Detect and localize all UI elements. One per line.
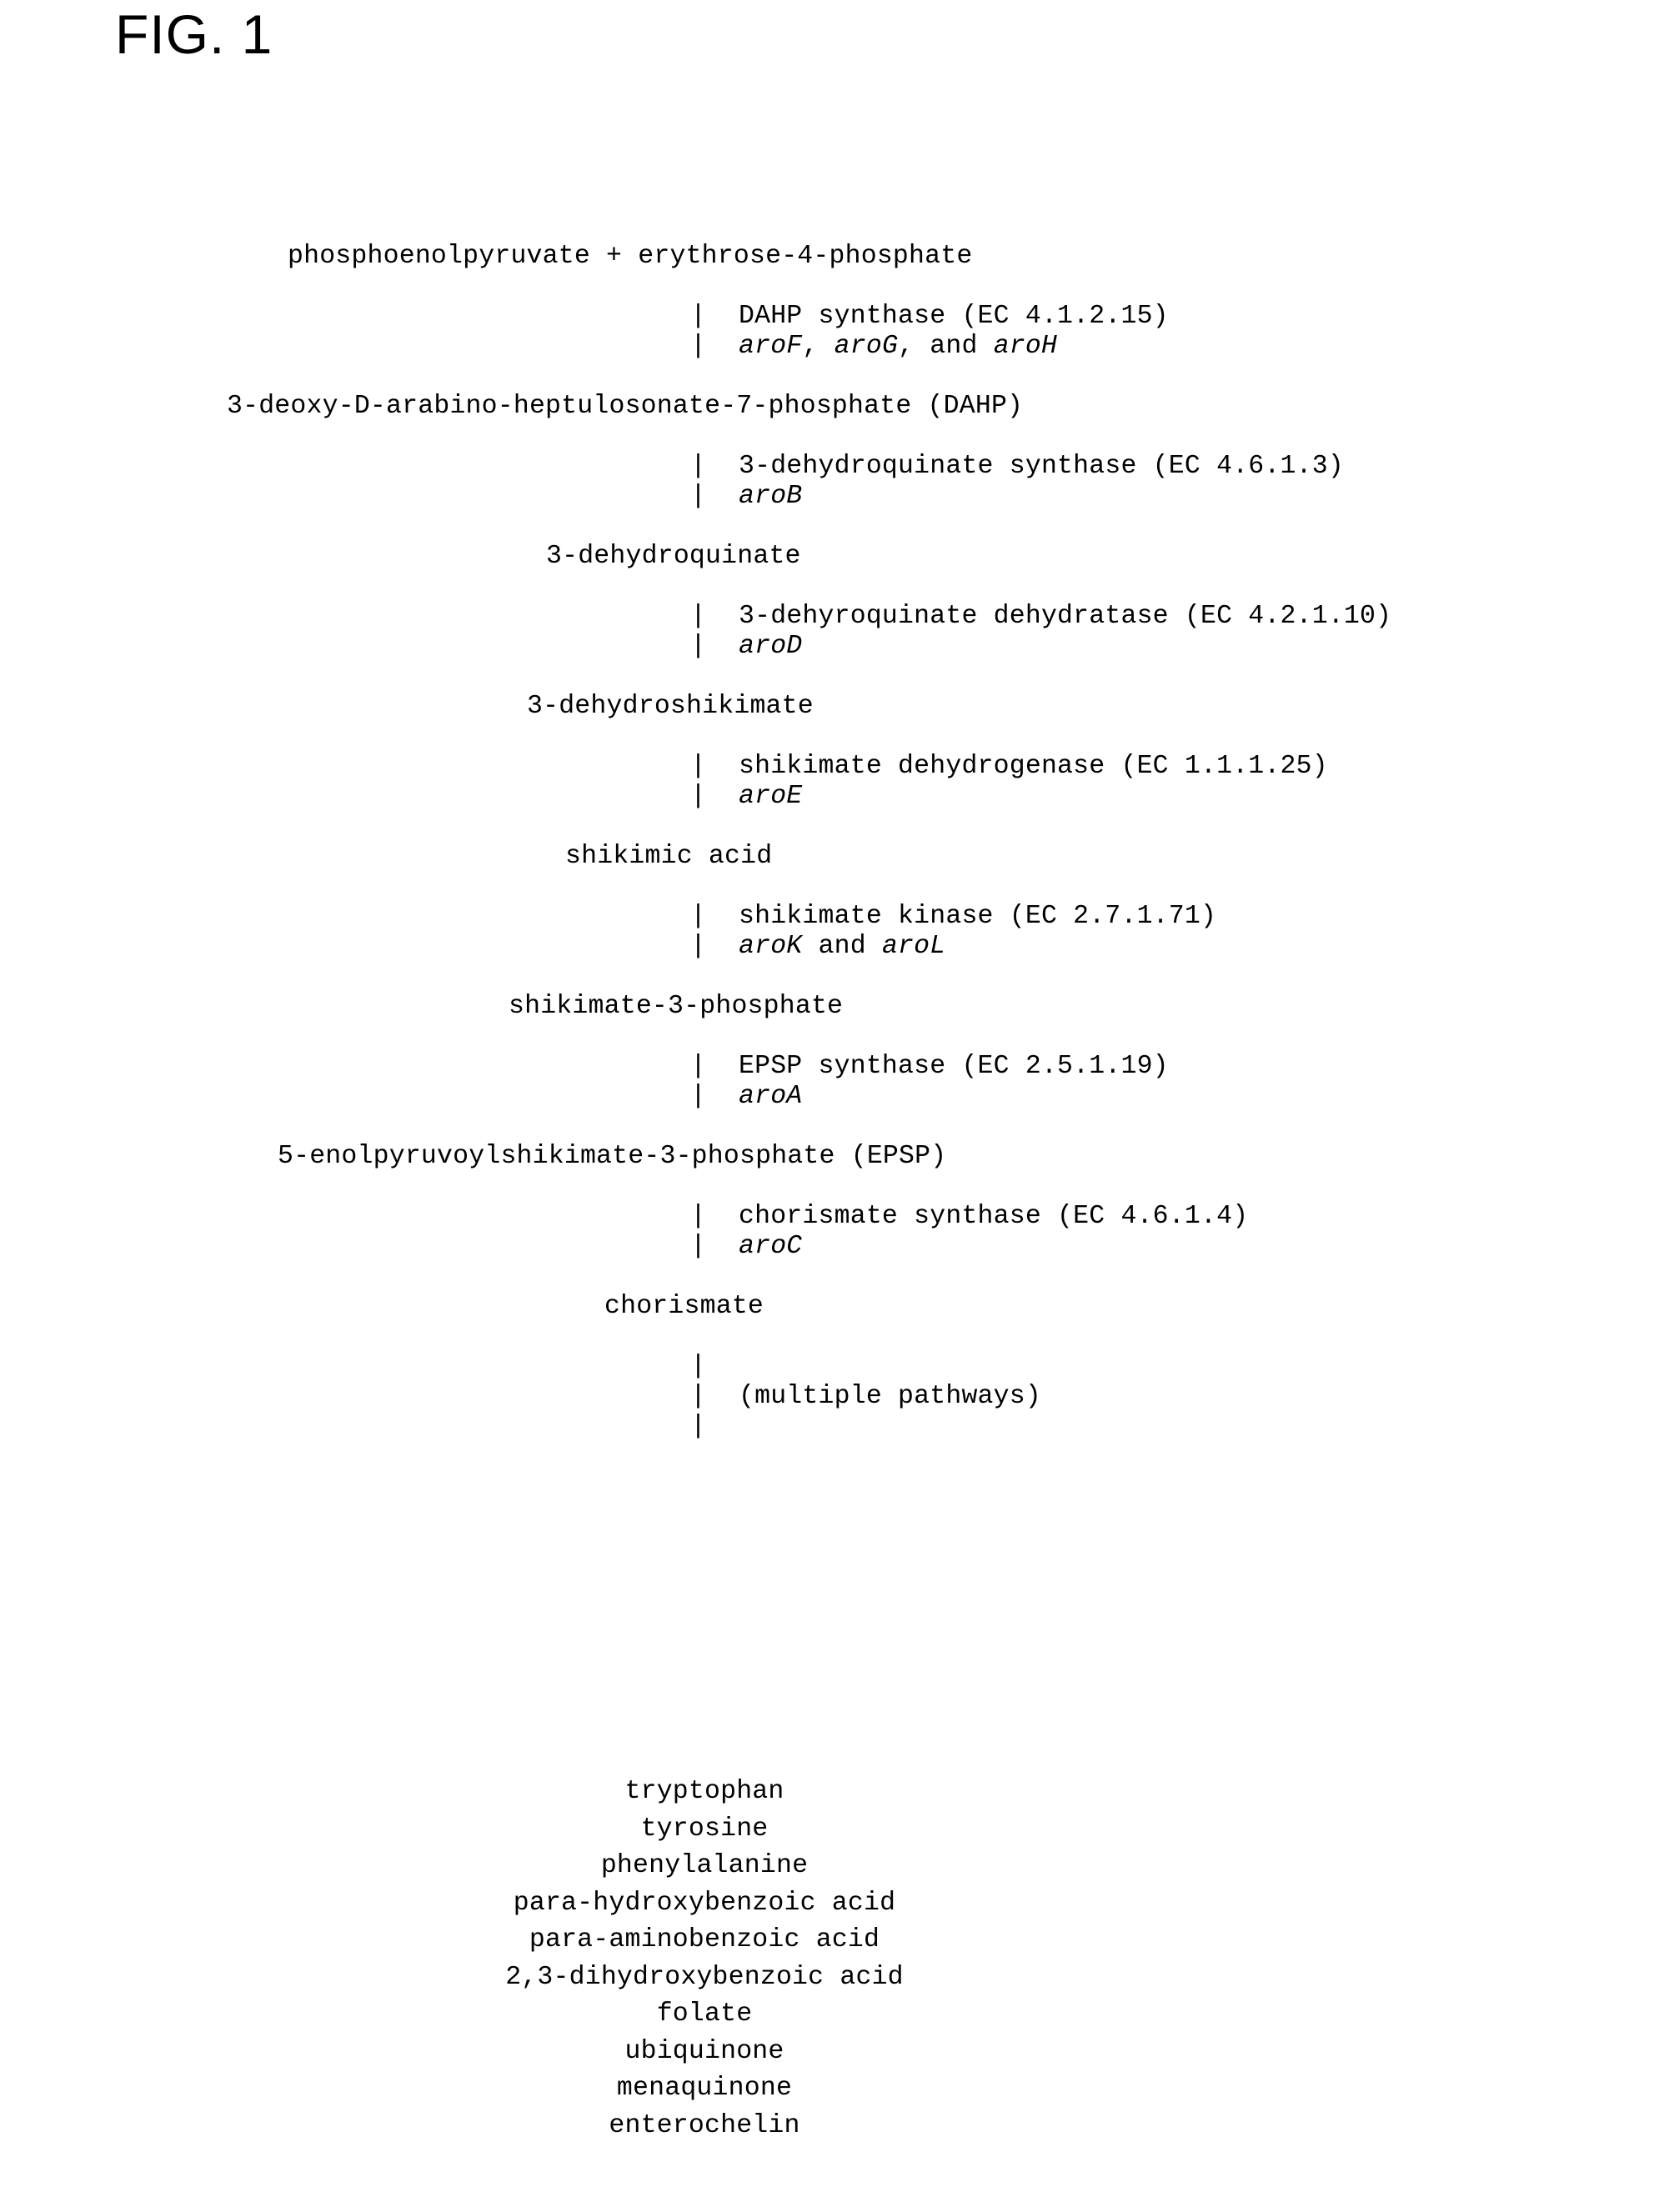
- pathway-steps: | DAHP synthase (EC 4.1.2.15) | aroF, aroG,…: [0, 302, 1659, 1352]
- product-item: para-aminobenzoic acid: [529, 1925, 880, 1954]
- pathway-intermediate: chorismate: [0, 1292, 1659, 1322]
- enzyme-name-label: chorismate synthase (EC 4.6.1.4): [739, 1202, 1249, 1231]
- gene-name: aroF: [739, 332, 803, 361]
- gene-pipe: |: [690, 482, 706, 511]
- enzyme-pipe: |: [690, 752, 706, 781]
- gene-pipe: |: [690, 782, 706, 811]
- pathway-diagram: phosphoenolpyruvate + erythrose-4-phosph…: [0, 242, 1659, 1442]
- enzyme-name-label: shikimate dehydrogenase (EC 1.1.1.25): [739, 752, 1328, 781]
- enzyme-name-label: shikimate kinase (EC 2.7.1.71): [739, 902, 1217, 931]
- product-item: phenylalanine: [600, 1851, 809, 1880]
- multiple-pathways-note: (multiple pathways): [739, 1382, 1041, 1411]
- product-item: tyrosine: [640, 1814, 769, 1844]
- intermediate-label: 3-dehydroquinate: [546, 542, 801, 571]
- pathway-intermediate: 5-enolpyruvoylshikimate-3-phosphate (EPS…: [0, 1142, 1659, 1172]
- intermediate-label: 3-dehydroshikimate: [527, 692, 814, 721]
- enzyme-pipe: |: [690, 302, 706, 331]
- enzyme-step: | 3-dehyroquinate dehydratase (EC 4.2.1.1…: [0, 602, 1659, 662]
- enzyme-pipe: |: [690, 452, 706, 481]
- gene-name: aroH: [993, 332, 1058, 361]
- product-item: 2,3-dihydroxybenzoic acid: [505, 1962, 904, 1992]
- pathway-intermediate: shikimic acid: [0, 842, 1659, 872]
- enzyme-pipe: |: [690, 1052, 706, 1081]
- gene-names-label: aroC: [739, 1232, 802, 1262]
- enzyme-pipe: |: [690, 1202, 706, 1231]
- product-item: para-hydroxybenzoic acid: [513, 1888, 896, 1918]
- gene-names-label: aroA: [739, 1082, 802, 1112]
- enzyme-step: | EPSP synthase (EC 2.5.1.19) | aroA: [0, 1052, 1659, 1112]
- product-item: menaquinone: [616, 2074, 793, 2103]
- enzyme-step: | chorismate synthase (EC 4.6.1.4) | aroC: [0, 1202, 1659, 1262]
- intermediate-label: 3-deoxy-D-arabino-heptulosonate-7-phosph…: [227, 392, 1024, 421]
- gene-names-label: aroF, aroG, and aroH: [739, 332, 1058, 361]
- enzyme-name-label: 3-dehydroquinate synthase (EC 4.6.1.3): [739, 452, 1344, 481]
- gene-pipe: |: [690, 932, 706, 961]
- multiple-pathways-branch: | | (multiple pathways) |: [0, 1352, 1659, 1442]
- gene-pipe: |: [690, 1082, 706, 1111]
- gene-name: aroA: [739, 1082, 803, 1111]
- substrate-label: phosphoenolpyruvate + erythrose-4-phosph…: [288, 242, 973, 271]
- enzyme-step: | shikimate dehydrogenase (EC 1.1.1.25) | a…: [0, 752, 1659, 812]
- enzyme-name-label: DAHP synthase (EC 4.1.2.15): [739, 302, 1169, 331]
- enzyme-name-label: EPSP synthase (EC 2.5.1.19): [739, 1052, 1169, 1081]
- enzyme-step: | shikimate kinase (EC 2.7.1.71) | aroK and…: [0, 902, 1659, 962]
- gene-name: aroC: [739, 1232, 803, 1261]
- branch-pipe-middle: |: [690, 1382, 706, 1411]
- gene-name: aroB: [739, 482, 803, 511]
- enzyme-pipe: |: [690, 902, 706, 931]
- intermediate-label: shikimic acid: [565, 842, 773, 871]
- product-item: folate: [656, 1999, 753, 2029]
- gene-names-label: aroK and aroL: [739, 932, 946, 961]
- intermediate-label: shikimate-3-phosphate: [509, 992, 844, 1021]
- intermediate-label: 5-enolpyruvoylshikimate-3-phosphate (EPS…: [278, 1142, 947, 1171]
- pathway-intermediate: 3-dehydroquinate: [0, 542, 1659, 572]
- pathway-intermediate: 3-dehydroshikimate: [0, 692, 1659, 722]
- gene-name: aroE: [739, 782, 803, 811]
- pathway-substrate: phosphoenolpyruvate + erythrose-4-phosph…: [0, 242, 1659, 272]
- enzyme-pipe: |: [690, 602, 706, 631]
- gene-name: aroD: [739, 632, 803, 661]
- product-item: enterochelin: [609, 2110, 800, 2140]
- gene-names-label: aroD: [739, 632, 802, 662]
- enzyme-step: | DAHP synthase (EC 4.1.2.15) | aroF, aroG,…: [0, 302, 1659, 362]
- intermediate-label: chorismate: [604, 1292, 764, 1321]
- gene-names-label: aroB: [739, 482, 802, 512]
- enzyme-name-label: 3-dehyroquinate dehydratase (EC 4.2.1.10…: [739, 602, 1392, 631]
- enzyme-step: | 3-dehydroquinate synthase (EC 4.6.1.3) |…: [0, 452, 1659, 512]
- pathway-intermediate: 3-deoxy-D-arabino-heptulosonate-7-phosph…: [0, 392, 1659, 422]
- product-item: ubiquinone: [624, 2036, 784, 2066]
- gene-names-label: aroE: [739, 782, 802, 812]
- pathway-intermediate: shikimate-3-phosphate: [0, 992, 1659, 1022]
- pathway-products-list: tryptophan tyrosine phenylalanine para-hydr…: [0, 1774, 1409, 2144]
- gene-pipe: |: [690, 332, 706, 361]
- gene-pipe: |: [690, 1232, 706, 1261]
- branch-pipe-bottom: |: [690, 1412, 706, 1441]
- gene-name: aroL: [881, 932, 946, 961]
- product-item: tryptophan: [624, 1777, 784, 1806]
- branch-pipe-top: |: [690, 1352, 706, 1381]
- gene-name: aroG: [834, 332, 899, 361]
- gene-pipe: |: [690, 632, 706, 661]
- gene-name: aroK: [739, 932, 803, 961]
- figure-label: FIG. 1: [115, 3, 273, 65]
